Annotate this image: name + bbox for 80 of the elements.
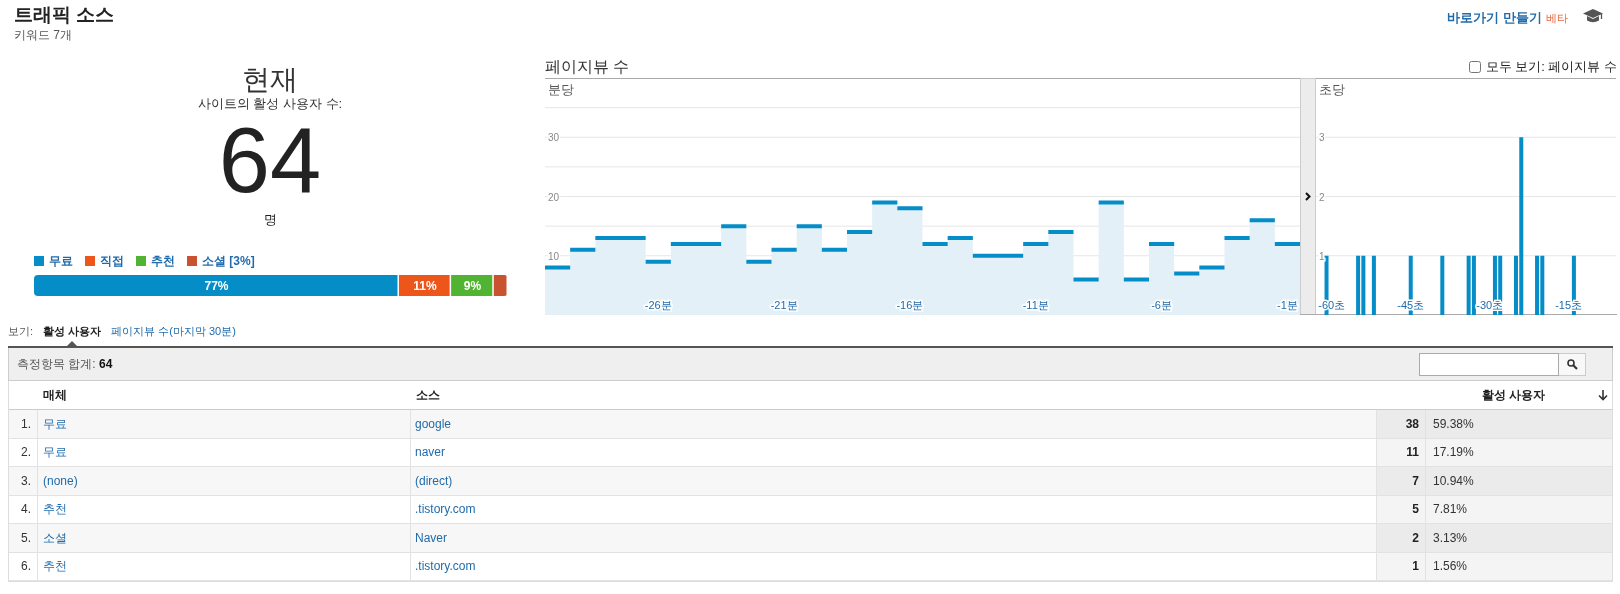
chevron-right-icon	[1305, 192, 1311, 201]
row-number: 1.	[9, 410, 38, 438]
legend-swatch	[34, 256, 44, 266]
unit-label: 명	[263, 212, 277, 228]
metric-total: 측정항목 합계: 64	[17, 356, 113, 373]
show-all-label: 모두 보기: 페이지뷰 수	[1485, 59, 1617, 75]
table-cell: 17.19%	[1426, 438, 1612, 466]
axis-label: 20	[548, 191, 560, 203]
medium-link[interactable]: 추천	[43, 500, 67, 519]
bar-value-label: 77%	[204, 279, 229, 293]
legend-swatch	[187, 256, 197, 266]
chart-toggle-strip[interactable]	[1300, 78, 1316, 314]
medium-link[interactable]: 무료	[43, 414, 67, 433]
table-cell: 11	[1377, 438, 1426, 466]
table-cell: 2	[1377, 524, 1426, 552]
column-header: 소스	[416, 387, 440, 404]
table-cell: 3.13%	[1426, 524, 1612, 552]
table-cell: 1	[1377, 552, 1426, 580]
legend-swatch	[85, 256, 95, 266]
source-link[interactable]: .tistory.com	[415, 500, 476, 519]
page-subtitle: 키워드 7개	[14, 27, 73, 43]
table-cell: 59.38%	[1426, 410, 1612, 438]
per-minute-label: 분당	[548, 81, 574, 99]
source-link[interactable]: .tistory.com	[415, 557, 476, 576]
column-header: 활성 사용자	[1482, 387, 1546, 404]
axis-label: -1분	[1277, 299, 1298, 311]
table-cell: 7.81%	[1426, 495, 1612, 523]
axis-label: 3	[1319, 132, 1325, 144]
search-icon	[1566, 358, 1578, 370]
axis-label: -6분	[1151, 299, 1172, 311]
chart-title: 페이지뷰 수	[545, 57, 630, 77]
source-link[interactable]: google	[415, 414, 452, 433]
medium-link[interactable]: (none)	[43, 471, 78, 490]
legend-label: 무료	[49, 253, 73, 270]
axis-label: 30	[548, 132, 560, 144]
table-cell: 7	[1377, 467, 1426, 495]
legend-swatch	[136, 256, 146, 266]
legend-label: 소셜 [3%]	[202, 253, 255, 270]
table-search-field[interactable]	[1419, 352, 1586, 376]
show-all-checkbox[interactable]	[1468, 61, 1481, 73]
active-user-count: 64	[218, 116, 322, 204]
axis-label: 1	[1319, 250, 1325, 262]
source-link[interactable]: Naver	[415, 528, 447, 547]
row-number: 6.	[9, 552, 38, 580]
sort-arrow-icon[interactable]	[1598, 389, 1608, 401]
axis-label: -11분	[1022, 299, 1049, 311]
axis-label: -21분	[770, 299, 798, 311]
column-header: 매체	[43, 387, 67, 404]
legend-label: 직접	[100, 253, 124, 270]
search-button[interactable]	[1559, 352, 1586, 376]
graduation-cap-icon[interactable]	[1582, 8, 1604, 24]
table-cell: 10.94%	[1426, 467, 1612, 495]
axis-label: -26분	[644, 299, 672, 311]
row-number: 5.	[9, 524, 38, 552]
source-link[interactable]: naver	[415, 443, 446, 462]
page-title: 트래픽 소스	[14, 3, 115, 27]
axis-label: 2	[1319, 191, 1325, 203]
active-users-caption: 사이트의 활성 사용자 수:	[197, 96, 343, 112]
table-cell: 38	[1377, 410, 1426, 438]
axis-label: -16분	[896, 299, 924, 311]
view-tab[interactable]: 페이지뷰 수(마지막 30분)	[111, 324, 236, 346]
beta-label: 베타	[1546, 10, 1568, 26]
row-number: 3.	[9, 467, 38, 495]
shortcut-link[interactable]: 바로가기 만들기	[1447, 8, 1542, 28]
axis-label: 10	[548, 250, 560, 262]
table-cell: 1.56%	[1426, 552, 1612, 580]
chart-bar	[1371, 255, 1376, 315]
medium-link[interactable]: 무료	[43, 443, 67, 462]
source-link[interactable]: (direct)	[415, 471, 453, 490]
table-cell: 5	[1377, 495, 1426, 523]
view-label: 보기:	[8, 324, 34, 339]
row-number: 4.	[9, 495, 38, 523]
bar-value-label: 9%	[463, 279, 482, 293]
chart-bar	[1440, 255, 1445, 315]
row-number: 2.	[9, 438, 38, 466]
current-heading: 현재	[242, 64, 298, 96]
legend-label: 추천	[151, 253, 175, 270]
bar-value-label: 11%	[413, 279, 437, 293]
medium-link[interactable]: 추천	[43, 557, 67, 576]
medium-link[interactable]: 소셜	[43, 528, 67, 547]
